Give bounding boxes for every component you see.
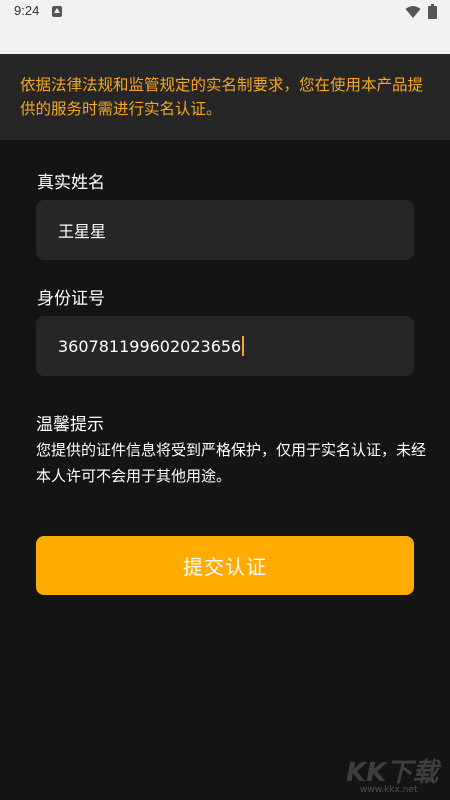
submit-verification-button[interactable]: 提交认证 — [36, 536, 414, 595]
name-input[interactable]: 王星星 — [36, 200, 414, 260]
text-cursor — [242, 336, 245, 356]
wifi-icon — [405, 6, 421, 18]
notification-icon — [52, 6, 62, 17]
watermark-logo-text: KK下载 — [346, 758, 439, 788]
watermark-url: www.kkx.net — [360, 785, 418, 795]
watermark-logo: KK下载 www.kkx.net — [346, 752, 442, 796]
name-input-value: 王星星 — [58, 222, 107, 241]
id-number-label: 身份证号 — [37, 289, 105, 309]
id-number-input-value: 360781199602023656 — [58, 336, 242, 356]
app-bar — [0, 24, 450, 54]
name-label: 真实姓名 — [37, 173, 105, 193]
id-number-input[interactable]: 360781199602023656 — [36, 316, 414, 376]
status-bar: 9:24 — [0, 0, 450, 24]
tips-title: 温馨提示 — [36, 415, 104, 435]
notice-text: 依据法律法规和监管规定的实名制要求，您在使用本产品提供的服务时需进行实名认证。 — [20, 76, 424, 118]
battery-icon — [428, 4, 437, 19]
tips-body: 您提供的证件信息将受到严格保护，仅用于实名认证，未经本人许可不会用于其他用途。 — [36, 441, 427, 485]
realname-notice: 依据法律法规和监管规定的实名制要求，您在使用本产品提供的服务时需进行实名认证。 — [0, 54, 450, 140]
status-time: 9:24 — [14, 3, 40, 18]
